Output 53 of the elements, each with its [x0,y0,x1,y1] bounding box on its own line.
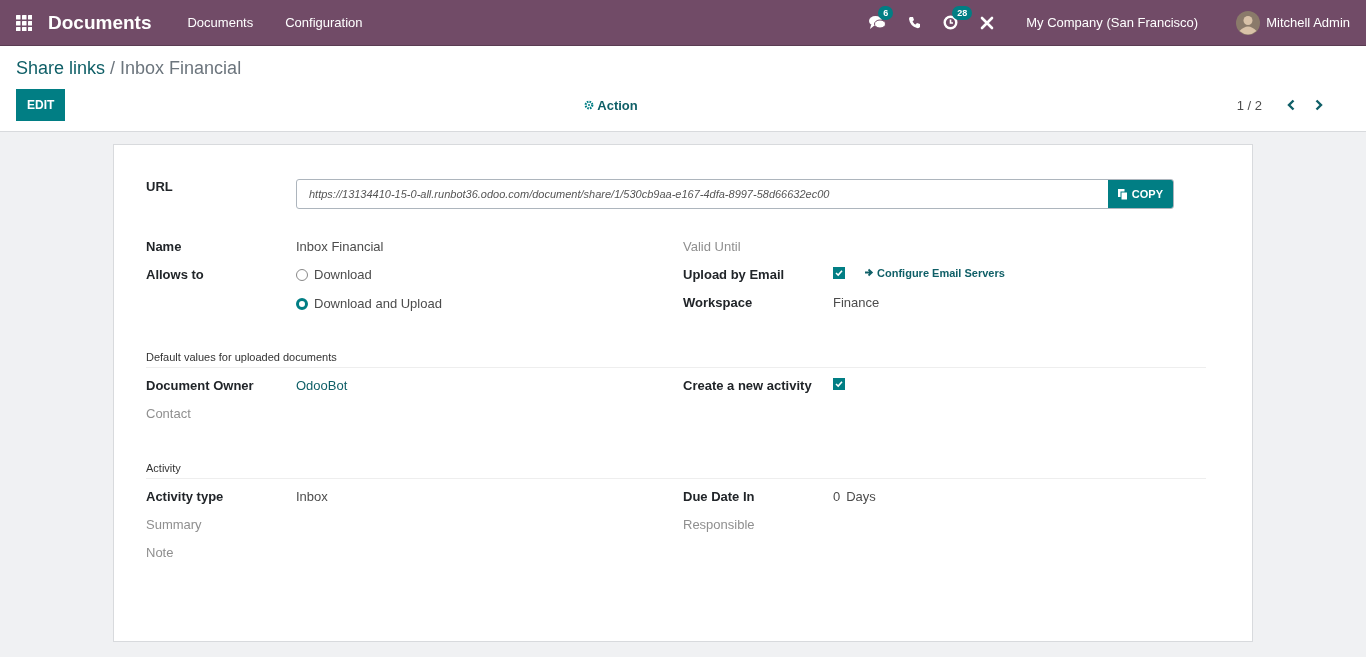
field-label: Allows to [146,267,205,282]
field-link[interactable]: OdooBot [296,378,348,393]
configure-link[interactable]: Configure Email Servers [865,267,1005,279]
gear-icon [584,100,595,110]
radio-button[interactable] [296,297,308,310]
action-button[interactable]: Action [578,96,644,114]
option-label: Download and Upload [314,296,442,311]
app-title[interactable]: Documents [48,11,152,34]
menu-item[interactable]: Documents [187,15,254,30]
breadcrumb-separator: / [110,58,116,78]
checkbox[interactable] [833,378,845,390]
copy-button[interactable]: COPY [1107,180,1173,208]
copy-icon [1117,188,1128,200]
menu-item[interactable]: Configuration [285,15,363,30]
next-icon[interactable] [1314,99,1324,111]
field-label: Workspace [683,295,754,310]
company-switcher[interactable]: My Company (San Francisco) [1026,15,1199,30]
checkbox[interactable] [833,267,845,279]
pager-counter: 1 / 2 [1236,97,1262,113]
activity-count-badge: 28 [952,6,973,20]
field-label: Due Date In [683,489,756,504]
section-heading: Activity [146,462,1206,479]
clock-icon[interactable] [943,15,959,30]
breadcrumb-link[interactable]: Share links [16,58,106,78]
breadcrumb-current: Inbox Financial [120,58,242,78]
field-label: Valid Until [683,239,742,254]
arrow-right-icon [865,268,874,277]
field-value: Inbox Financial [296,239,384,254]
avatar-icon[interactable] [1236,10,1261,35]
user-menu[interactable]: Mitchell Admin [1266,15,1350,30]
unit-label: Days [846,489,876,504]
field-label: Create a new activity [683,378,813,393]
field-label: Document Owner [146,378,255,393]
phone-icon[interactable] [908,16,922,29]
field-label: Responsible [683,517,756,532]
field-value: Inbox [296,489,328,504]
chat-icon[interactable] [869,15,887,30]
field-value: Finance [833,295,880,310]
field-label: Upload by Email [683,267,786,282]
previous-icon[interactable] [1286,99,1296,111]
field-label: Activity type [146,489,225,504]
field-label: Note [146,545,175,560]
field-label: Summary [146,517,203,532]
url-field[interactable]: https://13134410-15-0-all.runbot36.odoo.com/document/share/1/530cb9aa-e167-4dfa-8997-58d66632ec00 COPY [296,179,1174,209]
edit-button[interactable]: EDIT [16,89,66,121]
field-label: Contact [146,406,192,421]
message-count-badge: 6 [878,6,894,20]
field-value: 0 [833,489,841,504]
apps-grid-icon[interactable] [16,14,32,31]
option-label: Download [314,267,372,282]
field-label: Name [146,239,183,254]
field-label: URL [146,179,174,194]
section-heading: Default values for uploaded documents [146,351,1206,368]
